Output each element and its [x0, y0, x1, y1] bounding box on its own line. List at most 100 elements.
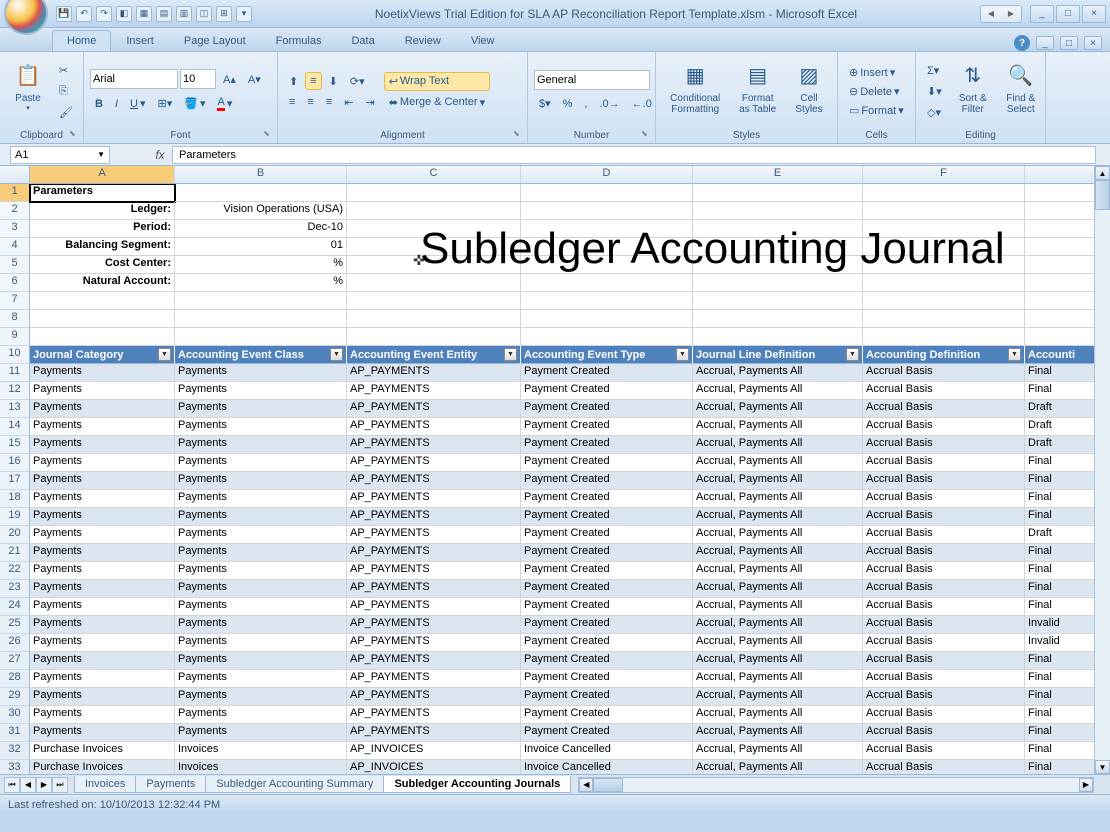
cell[interactable]: Accrual, Payments All — [693, 454, 863, 472]
cell[interactable] — [521, 310, 693, 328]
cell[interactable]: Payments — [175, 544, 347, 562]
cell[interactable]: Draft — [1025, 418, 1095, 436]
cell[interactable] — [521, 202, 693, 220]
cell[interactable] — [1025, 328, 1095, 346]
autosum-button[interactable]: Σ▾ — [922, 61, 947, 80]
cell[interactable]: AP_PAYMENTS — [347, 400, 521, 418]
cell[interactable]: Payment Created — [521, 544, 693, 562]
filter-header[interactable]: Accounting Event Class▼ — [175, 346, 347, 364]
ribbon-close-button[interactable]: × — [1084, 36, 1102, 50]
cell[interactable]: Payment Created — [521, 580, 693, 598]
cell[interactable]: Payments — [30, 544, 175, 562]
cell[interactable]: Final — [1025, 760, 1095, 774]
cell[interactable] — [521, 220, 693, 238]
sheet-nav-last-icon[interactable]: ⏭ — [52, 777, 68, 793]
cell[interactable]: Payment Created — [521, 454, 693, 472]
cell[interactable]: Accrual Basis — [863, 724, 1025, 742]
cell[interactable]: Accrual, Payments All — [693, 580, 863, 598]
scroll-thumb[interactable] — [1095, 184, 1110, 210]
cell[interactable]: Invalid — [1025, 616, 1095, 634]
cell[interactable]: AP_PAYMENTS — [347, 616, 521, 634]
cell[interactable] — [347, 256, 521, 274]
cell[interactable]: Payment Created — [521, 688, 693, 706]
fill-button[interactable]: ⬇▾ — [922, 82, 947, 101]
nav-fwd-icon[interactable]: ▶ — [1001, 6, 1021, 22]
cell[interactable]: Accrual, Payments All — [693, 382, 863, 400]
tab-home[interactable]: Home — [52, 30, 111, 51]
cell[interactable]: Invoice Cancelled — [521, 760, 693, 774]
filter-header[interactable]: Accounti — [1025, 346, 1095, 364]
name-box[interactable]: A1▼ — [10, 146, 110, 164]
cell[interactable]: Payment Created — [521, 706, 693, 724]
row-header[interactable]: 2 — [0, 202, 30, 220]
cell[interactable]: Payments — [175, 616, 347, 634]
cell[interactable]: Accrual Basis — [863, 616, 1025, 634]
cell[interactable]: Payment Created — [521, 598, 693, 616]
cell[interactable] — [175, 328, 347, 346]
row-header[interactable]: 11 — [0, 364, 30, 382]
row-header[interactable]: 8 — [0, 310, 30, 328]
qat-btn-4[interactable]: ◧ — [116, 6, 132, 22]
clear-button[interactable]: ◇▾ — [922, 103, 947, 122]
cell[interactable]: Accrual, Payments All — [693, 688, 863, 706]
cell[interactable]: Accrual Basis — [863, 634, 1025, 652]
cell[interactable]: AP_PAYMENTS — [347, 598, 521, 616]
cell-styles-button[interactable]: ▨Cell Styles — [787, 55, 831, 128]
cell[interactable]: Payments — [30, 706, 175, 724]
cell[interactable] — [863, 220, 1025, 238]
delete-button[interactable]: ⊖Delete▾ — [844, 82, 909, 101]
cell[interactable]: Accrual Basis — [863, 688, 1025, 706]
cell[interactable]: Final — [1025, 562, 1095, 580]
cell[interactable]: Payments — [30, 436, 175, 454]
cell[interactable] — [863, 274, 1025, 292]
insert-button[interactable]: ⊕Insert▾ — [844, 63, 909, 82]
cell[interactable]: AP_PAYMENTS — [347, 526, 521, 544]
cell[interactable]: Payments — [30, 562, 175, 580]
row-header[interactable]: 22 — [0, 562, 30, 580]
cell[interactable]: Payments — [175, 634, 347, 652]
cell[interactable] — [1025, 202, 1095, 220]
dialog-launcher-icon[interactable]: ⬊ — [263, 129, 275, 141]
row-header[interactable]: 18 — [0, 490, 30, 508]
font-name-select[interactable] — [90, 69, 178, 89]
sheet-tab[interactable]: Payments — [135, 776, 206, 793]
formula-input[interactable]: Parameters — [172, 146, 1096, 164]
cell[interactable]: Accrual, Payments All — [693, 472, 863, 490]
cell[interactable]: Invalid — [1025, 634, 1095, 652]
cell[interactable] — [30, 328, 175, 346]
copy-button[interactable]: ⎘ — [54, 82, 78, 101]
cell[interactable] — [521, 256, 693, 274]
italic-button[interactable]: I — [110, 95, 123, 113]
format-painter-button[interactable]: 🖌 — [54, 103, 78, 122]
cell[interactable]: Final — [1025, 454, 1095, 472]
cell[interactable]: Final — [1025, 382, 1095, 400]
cell[interactable]: Draft — [1025, 436, 1095, 454]
sheet-nav-next-icon[interactable]: ▶ — [36, 777, 52, 793]
cell[interactable]: Payment Created — [521, 508, 693, 526]
cell[interactable] — [1025, 256, 1095, 274]
paste-button[interactable]: 📋Paste▾ — [6, 55, 50, 128]
cell[interactable]: Payment Created — [521, 670, 693, 688]
wrap-text-button[interactable]: ↩Wrap Text — [384, 72, 490, 91]
close-button[interactable]: × — [1082, 5, 1106, 23]
format-button[interactable]: ▭Format▾ — [844, 101, 909, 120]
cell[interactable]: Accrual Basis — [863, 418, 1025, 436]
cell[interactable]: Payment Created — [521, 562, 693, 580]
sort-filter-button[interactable]: ⇅Sort & Filter — [951, 55, 995, 128]
cell[interactable]: Vision Operations (USA) — [175, 202, 347, 220]
cell[interactable]: Payment Created — [521, 724, 693, 742]
cell[interactable] — [863, 328, 1025, 346]
cell[interactable]: Accrual Basis — [863, 580, 1025, 598]
underline-button[interactable]: U▾ — [125, 94, 150, 113]
nav-back-icon[interactable]: ◀ — [981, 6, 1001, 22]
cell[interactable]: Payments — [175, 472, 347, 490]
cell[interactable]: Natural Account: — [30, 274, 175, 292]
conditional-formatting-button[interactable]: ▦Conditional Formatting — [662, 55, 728, 128]
cell[interactable]: Final — [1025, 598, 1095, 616]
col-header-D[interactable]: D — [521, 166, 693, 183]
cell[interactable]: Payments — [30, 526, 175, 544]
row-header[interactable]: 21 — [0, 544, 30, 562]
cell[interactable]: Accrual Basis — [863, 364, 1025, 382]
cell[interactable] — [863, 310, 1025, 328]
row-header[interactable]: 23 — [0, 580, 30, 598]
